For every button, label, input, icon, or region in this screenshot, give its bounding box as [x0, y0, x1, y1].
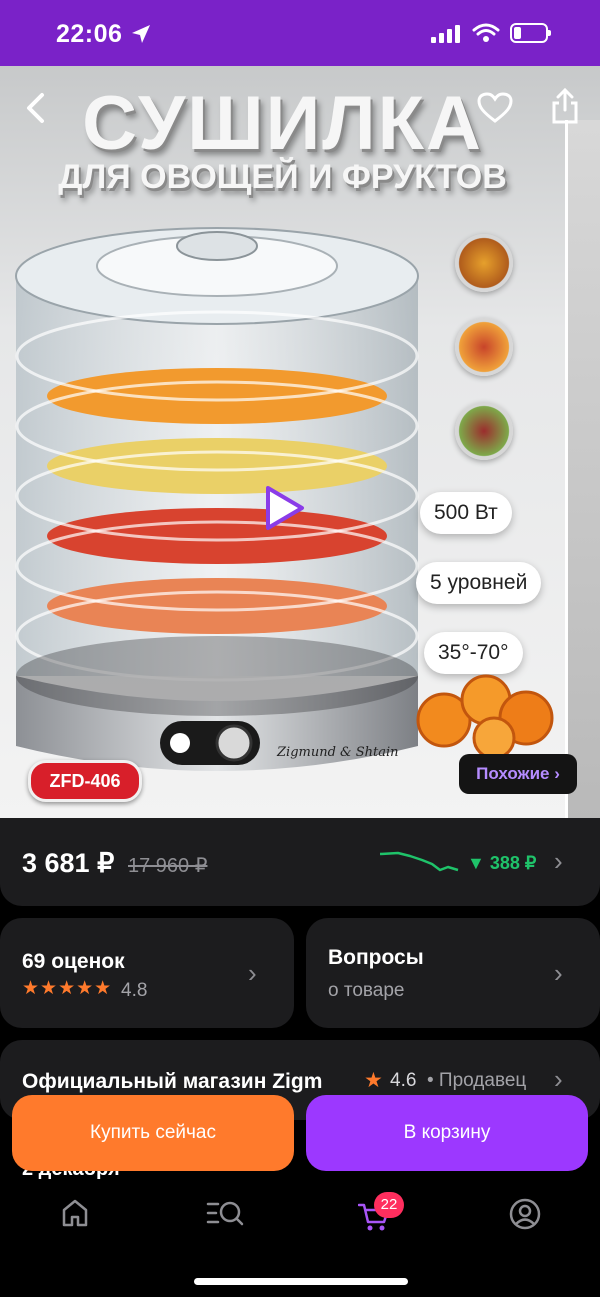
buy-now-button[interactable]: Купить сейчас — [12, 1095, 294, 1171]
chevron-right-icon: › — [554, 1064, 563, 1094]
cellular-signal-icon — [431, 25, 460, 43]
next-image-peek[interactable] — [565, 120, 600, 818]
brand-label: Zigmund & Shtain — [276, 745, 399, 760]
seller-name: Официальный магазин Zigm — [22, 1070, 323, 1093]
chevron-right-icon: › — [554, 958, 563, 988]
model-badge: ZFD-406 — [28, 760, 142, 802]
price-card[interactable]: 3 681 ₽ 17 960 ₽ ▼ 388 ₽ › — [0, 818, 600, 906]
catalog-search-icon[interactable] — [206, 1198, 244, 1228]
cart-count-badge: 22 — [374, 1192, 404, 1218]
dryer-illustration: Zigmund & Shtain — [15, 227, 419, 771]
questions-title: Вопросы — [328, 946, 424, 969]
price-drop: ▼ 388 ₽ — [467, 853, 537, 873]
orange-slices-image — [416, 674, 554, 760]
home-indicator — [194, 1278, 408, 1285]
battery-icon — [510, 23, 551, 43]
profile-icon[interactable] — [509, 1198, 541, 1230]
star-rating-icon: ★★★★★ — [22, 978, 113, 999]
status-time: 22:06 — [56, 20, 123, 48]
price-trend-sparkline — [380, 851, 459, 872]
location-arrow-icon — [132, 25, 150, 43]
reviews-rating: 4.8 — [121, 980, 148, 1001]
similar-products-button[interactable]: Похожие › — [459, 754, 577, 794]
play-video-icon[interactable] — [262, 484, 308, 532]
fruit-bowl-image — [455, 234, 513, 292]
old-price: 17 960 ₽ — [128, 855, 208, 877]
seller-label: • Продавец — [427, 1070, 527, 1091]
feature-chip: 500 Вт — [420, 492, 512, 534]
wifi-icon — [472, 23, 500, 42]
questions-card[interactable]: Вопросы о товаре › — [306, 918, 600, 1028]
image-subtitle: ДЛЯ ОВОЩЕЙ И ФРУКТОВ — [58, 158, 507, 196]
star-icon: ★ — [364, 1069, 383, 1092]
current-price: 3 681 ₽ — [22, 848, 115, 878]
feature-chip: 5 уровней — [416, 562, 542, 604]
questions-subtitle: о товаре — [328, 980, 405, 1001]
back-arrow-icon[interactable] — [22, 92, 50, 124]
fruit-bowl-image — [455, 318, 513, 376]
add-to-cart-button[interactable]: В корзину — [306, 1095, 588, 1171]
feature-chip: 35°-70° — [424, 632, 523, 674]
chevron-right-icon: › — [554, 846, 563, 876]
heart-icon[interactable] — [477, 92, 513, 124]
reviews-count: 69 оценок — [22, 950, 125, 973]
status-bar: 22:06 — [0, 0, 600, 66]
share-icon[interactable] — [550, 88, 580, 124]
fruit-bowl-image — [455, 402, 513, 460]
reviews-card[interactable]: 69 оценок ★★★★★ 4.8 › — [0, 918, 294, 1028]
product-image-gallery[interactable]: СУШИЛКА ДЛЯ ОВОЩЕЙ И ФРУКТОВ Zigmund & S… — [0, 66, 600, 818]
seller-rating: 4.6 — [390, 1070, 417, 1091]
home-icon[interactable] — [61, 1198, 89, 1228]
chevron-right-icon: › — [248, 958, 257, 988]
